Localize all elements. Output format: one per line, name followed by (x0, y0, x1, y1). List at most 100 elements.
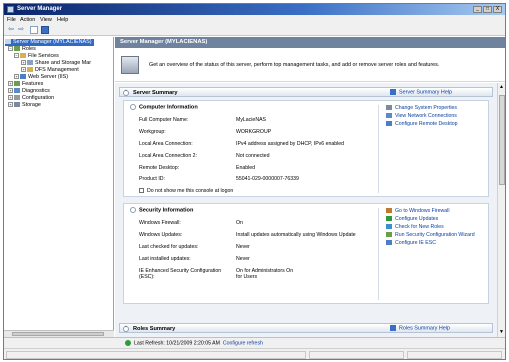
tree-horizontal-scrollbar[interactable] (4, 330, 114, 337)
main-vertical-scrollbar[interactable]: ▲ ▼ (497, 83, 505, 337)
tree-item-share-storage[interactable]: + Share and Storage Mar (21, 60, 91, 67)
diagnostics-icon (14, 88, 20, 94)
info-label: Workgroup: (139, 129, 166, 135)
expand-icon[interactable]: + (21, 60, 26, 66)
expand-icon[interactable]: + (8, 88, 13, 94)
configure-remote-desktop-link[interactable]: Configure Remote Desktop (386, 121, 458, 128)
remote-desktop-icon (386, 121, 392, 127)
refresh-icon (386, 224, 392, 230)
info-value: Never (236, 256, 250, 262)
do-not-show-checkbox[interactable]: Do not show me this console at logon (139, 188, 233, 194)
menu-view[interactable]: View (40, 17, 52, 23)
collapse-section-icon[interactable]: ˆ (123, 325, 129, 332)
info-value: On (236, 220, 243, 226)
info-value: 55041-029-0000007-76339 (236, 176, 299, 182)
expand-icon[interactable]: + (8, 102, 13, 108)
tree-item-storage[interactable]: + Storage (8, 102, 41, 109)
dfs-icon (27, 67, 33, 73)
collapse-section-icon[interactable] (130, 104, 136, 110)
minimize-button[interactable]: _ (473, 6, 482, 13)
main-header: Server Manager (MYLACIENAS) (115, 37, 505, 48)
status-bar (4, 348, 505, 359)
check-new-roles-link[interactable]: Check for New Roles (386, 224, 444, 231)
info-value: On for Administrators On for Users (236, 268, 294, 280)
roles-summary-help-link[interactable]: Roles Summary Help (390, 325, 450, 332)
web-server-icon (20, 74, 26, 80)
menu-file[interactable]: File (7, 17, 16, 23)
scrollbar-thumb[interactable] (499, 95, 505, 185)
change-system-properties-link[interactable]: Change System Properties (386, 105, 457, 112)
tree-item-configuration[interactable]: + Configuration (8, 95, 54, 102)
tree-item-server-manager[interactable]: Server Manager (MYLACIENAS) (5, 39, 94, 46)
intro-text: Get an overview of the status of this se… (149, 62, 440, 68)
menu-action[interactable]: Action (20, 17, 35, 23)
status-cell (6, 351, 306, 359)
server-summary-help-link[interactable]: Server Summary Help (390, 89, 452, 96)
firewall-icon (386, 208, 392, 214)
server-manager-icon (7, 6, 14, 13)
server-summary-bar[interactable]: ˆ Server Summary Server Summary Help (119, 87, 493, 97)
info-label: Last checked for updates: (139, 244, 199, 250)
info-value: IPv4 address assigned by DHCP, IPv6 enab… (236, 141, 345, 147)
tree-item-diagnostics[interactable]: + Diagnostics (8, 88, 50, 95)
go-to-firewall-link[interactable]: Go to Windows Firewall (386, 208, 449, 215)
refresh-status-bar: Last Refresh: 10/21/2009 2:20:05 AM Conf… (4, 337, 505, 348)
checkbox[interactable] (139, 188, 144, 194)
window-title: Server Manager (17, 6, 63, 12)
wizard-icon (386, 232, 392, 238)
computer-information-header: Computer Information (130, 104, 198, 111)
expand-icon[interactable]: + (8, 81, 13, 87)
help-book-icon (390, 325, 396, 331)
collapse-section-icon[interactable] (130, 207, 136, 213)
close-button[interactable]: X (493, 6, 502, 13)
ie-esc-icon (386, 240, 392, 246)
configure-refresh-link[interactable]: Configure refresh (223, 340, 263, 346)
maximize-button[interactable]: □ (483, 6, 492, 13)
scroll-down-arrow-icon[interactable]: ▼ (499, 330, 504, 335)
info-label: Windows Firewall: (139, 220, 181, 226)
roles-summary-title: Roles Summary (133, 326, 176, 332)
tree-item-roles[interactable]: − Roles (8, 46, 36, 53)
menu-help[interactable]: Help (57, 17, 68, 23)
collapse-section-icon[interactable]: ˆ (123, 89, 129, 96)
status-cell (309, 351, 404, 359)
title-bar[interactable]: Server Manager _ □ X (4, 4, 505, 15)
info-value: Enabled (236, 165, 256, 171)
info-value: WORKGROUP (236, 129, 272, 135)
console-tree: Server Manager (MYLACIENAS) − Roles − File… (4, 37, 114, 337)
help-icon[interactable] (41, 26, 49, 34)
back-arrow-icon[interactable]: ⇦ (7, 26, 15, 34)
main-header-title: Server Manager (MYLACIENAS) (120, 39, 208, 45)
tree-item-features[interactable]: + Features (8, 81, 43, 88)
expand-icon[interactable]: + (8, 95, 13, 101)
roles-summary-bar[interactable]: ˆ Roles Summary Roles Summary Help (119, 323, 493, 333)
collapse-icon[interactable]: − (14, 53, 19, 59)
run-security-wizard-link[interactable]: Run Security Configuration Wizard (386, 232, 475, 239)
view-network-connections-link[interactable]: View Network Connections (386, 113, 457, 120)
configure-updates-link[interactable]: Configure Updates (386, 216, 438, 223)
forward-arrow-icon[interactable]: ⇨ (17, 26, 25, 34)
info-label: Product ID: (139, 176, 165, 182)
info-label: Windows Updates: (139, 232, 183, 238)
console-tree-icon[interactable] (30, 26, 38, 34)
configure-ie-esc-link[interactable]: Configure IE ESC (386, 240, 436, 247)
main-pane: Server Manager (MYLACIENAS) Get an overv… (115, 37, 505, 337)
scrollbar-thumb[interactable] (12, 332, 104, 336)
network-icon (386, 113, 392, 119)
configuration-icon (14, 95, 20, 101)
tree-item-file-services[interactable]: − File Services (14, 53, 59, 60)
help-book-icon (390, 89, 396, 95)
scroll-up-arrow-icon[interactable]: ▲ (499, 85, 504, 90)
expand-icon[interactable]: + (14, 74, 19, 80)
tree-item-dfs[interactable]: + DFS Management (21, 67, 79, 74)
status-cell (407, 351, 502, 359)
share-icon (27, 60, 33, 66)
tree-item-web-server[interactable]: + Web Server (IIS) (14, 74, 68, 81)
column-divider (378, 208, 379, 300)
menu-bar: File Action View Help (4, 15, 505, 24)
info-label: IE Enhanced Security Configuration (ESC)… (139, 268, 222, 280)
collapse-icon[interactable]: − (8, 46, 13, 52)
security-information-header: Security Information (130, 207, 193, 214)
server-manager-large-icon (121, 56, 139, 74)
expand-icon[interactable]: + (21, 67, 26, 73)
